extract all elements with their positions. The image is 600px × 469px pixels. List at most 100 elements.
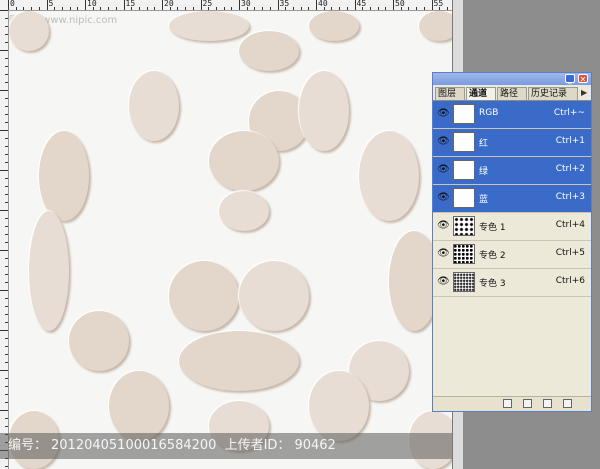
ruler-tick	[285, 7, 287, 10]
damask-ornament	[9, 11, 49, 51]
tab-layers[interactable]: 图层	[435, 87, 465, 100]
ruler-tick	[5, 82, 8, 83]
ruler-tick	[192, 7, 194, 10]
panel-tabs: 图层 通道 路径 历史记录 ▶	[433, 86, 591, 101]
tab-paths[interactable]: 路径	[497, 87, 527, 100]
ruler-tick	[0, 410, 8, 411]
ruler-tick	[292, 7, 294, 10]
ruler-tick	[308, 7, 310, 10]
channel-row-spot-1[interactable]: 👁 专色 1 Ctrl+4	[433, 213, 591, 241]
ruler-tick	[0, 90, 8, 91]
damask-ornament	[29, 211, 69, 331]
ruler-tick	[439, 7, 441, 10]
ruler-tick	[5, 218, 8, 219]
ruler-tick	[5, 346, 8, 347]
channel-row-spot-3[interactable]: 👁 专色 3 Ctrl+6	[433, 269, 591, 297]
ruler-tick	[0, 250, 8, 251]
ruler-tick	[5, 402, 8, 403]
ruler-tick	[200, 0, 202, 10]
ruler-tick	[138, 7, 140, 10]
channel-row-blue[interactable]: 👁 蓝 Ctrl+3	[433, 185, 591, 213]
panel-titlebar[interactable]: _ ✕	[433, 73, 591, 85]
ruler-tick	[5, 74, 8, 75]
damask-ornament	[69, 311, 129, 371]
ruler-tick	[231, 7, 233, 10]
eye-icon[interactable]: 👁	[437, 248, 450, 260]
ruler-tick	[446, 7, 448, 10]
close-icon[interactable]: ✕	[578, 74, 588, 84]
eye-icon[interactable]: 👁	[437, 136, 450, 148]
new-channel-icon[interactable]	[543, 399, 552, 408]
channel-shortcut: Ctrl+6	[555, 276, 585, 286]
eye-icon[interactable]: 👁	[437, 220, 450, 232]
tab-history[interactable]: 历史记录	[528, 87, 578, 100]
damask-ornament	[299, 71, 349, 151]
ruler-tick	[5, 258, 8, 259]
ruler-tick	[5, 378, 8, 379]
eye-icon[interactable]: 👁	[437, 192, 450, 204]
damask-ornament	[309, 371, 369, 441]
image-id-watermark: 编号： 20120405100016584200 上传者ID： 90462	[0, 433, 452, 459]
channel-shortcut: Ctrl+1	[555, 136, 585, 146]
ruler-tick	[8, 0, 9, 10]
ruler-tick	[162, 0, 163, 10]
delete-channel-icon[interactable]	[563, 399, 572, 408]
channel-shortcut: Ctrl+~	[553, 108, 585, 118]
channel-row-red[interactable]: 👁 红 Ctrl+1	[433, 129, 591, 157]
panel-menu-icon[interactable]: ▶	[581, 88, 587, 97]
ruler-tick	[0, 50, 8, 51]
damask-ornament	[219, 191, 269, 231]
ruler-tick	[5, 162, 8, 163]
channel-row-spot-2[interactable]: 👁 专色 2 Ctrl+5	[433, 241, 591, 269]
eye-icon[interactable]: 👁	[437, 108, 450, 120]
eye-icon[interactable]: 👁	[437, 276, 450, 288]
ruler-tick	[131, 7, 133, 10]
ruler-tick	[5, 42, 8, 43]
channels-panel: _ ✕ 图层 通道 路径 历史记录 ▶ 👁 RGB Ctrl+~ 👁 红 Ctr…	[432, 72, 592, 412]
ruler-tick	[262, 7, 264, 10]
ruler-tick	[0, 330, 8, 331]
vertical-ruler[interactable]	[0, 10, 9, 469]
ruler-tick	[5, 66, 8, 67]
ruler-tick	[393, 0, 394, 10]
ruler-tick	[354, 0, 356, 10]
ruler-tick	[5, 114, 8, 115]
ruler-tick	[400, 7, 402, 10]
tab-channels[interactable]: 通道	[466, 87, 496, 100]
channel-row-rgb[interactable]: 👁 RGB Ctrl+~	[433, 101, 591, 129]
ruler-tick	[269, 7, 271, 10]
channel-thumbnail	[453, 160, 475, 180]
minimize-icon[interactable]: _	[565, 74, 575, 84]
ruler-tick	[300, 7, 302, 10]
ruler-tick	[377, 7, 379, 10]
damask-ornament	[129, 71, 179, 141]
ruler-tick	[5, 138, 8, 139]
ruler-tick	[431, 0, 433, 10]
channel-name: 专色 3	[479, 279, 506, 289]
ruler-tick	[38, 7, 40, 10]
ruler-tick	[169, 7, 171, 10]
load-channel-icon[interactable]	[503, 399, 512, 408]
ruler-label: 5	[48, 0, 54, 8]
ruler-tick	[5, 354, 8, 355]
ruler-label: 0	[10, 0, 15, 8]
uploader-value: 90462	[294, 438, 336, 453]
ruler-tick	[362, 7, 364, 10]
horizontal-ruler[interactable]: 0 5 10 15 20 25 30 35 40 45 50 55	[0, 0, 452, 11]
ruler-tick	[5, 186, 8, 187]
document-canvas[interactable]: 昵图网 www.nipic.com	[9, 11, 457, 469]
channel-row-green[interactable]: 👁 绿 Ctrl+2	[433, 157, 591, 185]
photoshop-window: 0 5 10 15 20 25 30 35 40 45 50 55 昵图网 www.nipic.com…	[0, 0, 600, 469]
channel-thumbnail	[453, 188, 475, 208]
damask-ornament	[39, 131, 89, 221]
ruler-tick	[0, 170, 8, 171]
save-selection-icon[interactable]	[523, 399, 532, 408]
ruler-tick	[5, 466, 8, 467]
ruler-tick	[5, 98, 8, 99]
ruler-tick	[5, 314, 8, 315]
channel-name: 红	[479, 139, 489, 149]
panel-footer	[433, 396, 591, 411]
ruler-tick	[5, 58, 8, 59]
eye-icon[interactable]: 👁	[437, 164, 450, 176]
ruler-tick	[5, 338, 8, 339]
